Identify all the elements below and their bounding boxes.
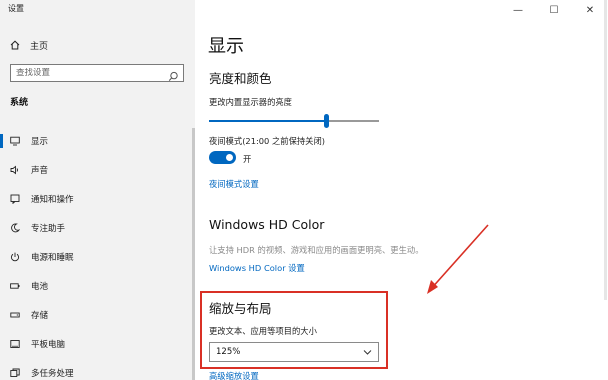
- sidebar-item-label: 通知和操作: [31, 194, 74, 205]
- sidebar: 设置 主页 系统 显示 声音 通知和操作: [0, 0, 195, 380]
- nav-list: 显示 声音 通知和操作 专注助手 电源和睡眠 电池 存储 平板电脑 多任务处理: [0, 126, 192, 380]
- section-title: 系统: [10, 98, 29, 108]
- search-icon[interactable]: [168, 67, 179, 86]
- sidebar-item-power-sleep[interactable]: 电源和睡眠: [0, 242, 192, 271]
- maximize-button[interactable]: ☐: [536, 0, 572, 20]
- nav-home[interactable]: 主页: [10, 37, 48, 53]
- close-button[interactable]: ✕: [572, 0, 608, 20]
- scale-select-value: 125%: [216, 347, 241, 357]
- toggle-knob: [226, 154, 233, 161]
- sidebar-item-notifications[interactable]: 通知和操作: [0, 184, 192, 213]
- sidebar-item-label: 显示: [31, 136, 49, 147]
- night-mode-label: 夜间模式(21:00 之前保持关闭): [209, 136, 325, 146]
- night-mode-settings-link[interactable]: 夜间模式设置: [209, 178, 259, 190]
- hdr-heading: Windows HD Color: [209, 217, 325, 232]
- nav-home-label: 主页: [30, 41, 49, 52]
- storage-icon: [10, 310, 20, 320]
- app-title: 设置: [8, 4, 24, 13]
- monitor-icon: [10, 136, 20, 146]
- search-input[interactable]: [16, 68, 166, 78]
- chevron-down-icon: [363, 348, 372, 359]
- slider-thumb[interactable]: [324, 114, 330, 128]
- multitask-icon: [10, 368, 20, 378]
- annotation-arrow-icon: [427, 224, 489, 294]
- brightness-slider[interactable]: [209, 114, 379, 128]
- speaker-icon: [10, 165, 20, 175]
- sidebar-item-storage[interactable]: 存储: [0, 300, 192, 329]
- moon-icon: [10, 223, 20, 233]
- window-controls: — ☐ ✕: [500, 0, 608, 20]
- scale-label: 更改文本、应用等项目的大小: [209, 326, 317, 336]
- advanced-scaling-link[interactable]: 高级缩放设置: [209, 370, 259, 380]
- power-icon: [10, 252, 20, 262]
- hdr-description: 让支持 HDR 的视频、游戏和应用的画面更明亮、更生动。: [209, 245, 424, 255]
- sidebar-item-tablet[interactable]: 平板电脑: [0, 329, 192, 358]
- main-scrollbar-thumb[interactable]: [604, 0, 607, 300]
- sidebar-item-display[interactable]: 显示: [0, 126, 192, 155]
- notification-icon: [10, 194, 20, 204]
- battery-icon: [10, 281, 20, 291]
- sidebar-item-label: 电池: [31, 281, 49, 292]
- minimize-button[interactable]: —: [500, 0, 536, 20]
- night-mode-state: 开: [243, 154, 252, 164]
- sidebar-item-label: 声音: [31, 165, 49, 176]
- brightness-heading: 亮度和颜色: [209, 71, 272, 86]
- sidebar-item-battery[interactable]: 电池: [0, 271, 192, 300]
- sidebar-item-multitasking[interactable]: 多任务处理: [0, 358, 192, 380]
- search-box[interactable]: [10, 64, 184, 82]
- tablet-icon: [10, 339, 20, 349]
- night-mode-toggle[interactable]: [209, 151, 236, 164]
- sidebar-item-label: 存储: [31, 310, 49, 321]
- sidebar-item-focus-assist[interactable]: 专注助手: [0, 213, 192, 242]
- main-scrollbar[interactable]: [600, 0, 608, 380]
- sidebar-item-label: 平板电脑: [31, 339, 66, 350]
- sidebar-item-label: 专注助手: [31, 223, 66, 234]
- sidebar-item-sound[interactable]: 声音: [0, 155, 192, 184]
- page-title: 显示: [208, 36, 244, 57]
- sidebar-item-label: 多任务处理: [31, 368, 74, 379]
- hdr-settings-link[interactable]: Windows HD Color 设置: [209, 262, 305, 274]
- home-icon: [10, 40, 20, 50]
- brightness-slider-label: 更改内置显示器的亮度: [209, 97, 292, 107]
- slider-fill: [209, 120, 327, 122]
- scale-heading: 缩放与布局: [209, 301, 272, 316]
- sidebar-item-label: 电源和睡眠: [31, 252, 74, 263]
- scale-select[interactable]: 125%: [209, 342, 379, 362]
